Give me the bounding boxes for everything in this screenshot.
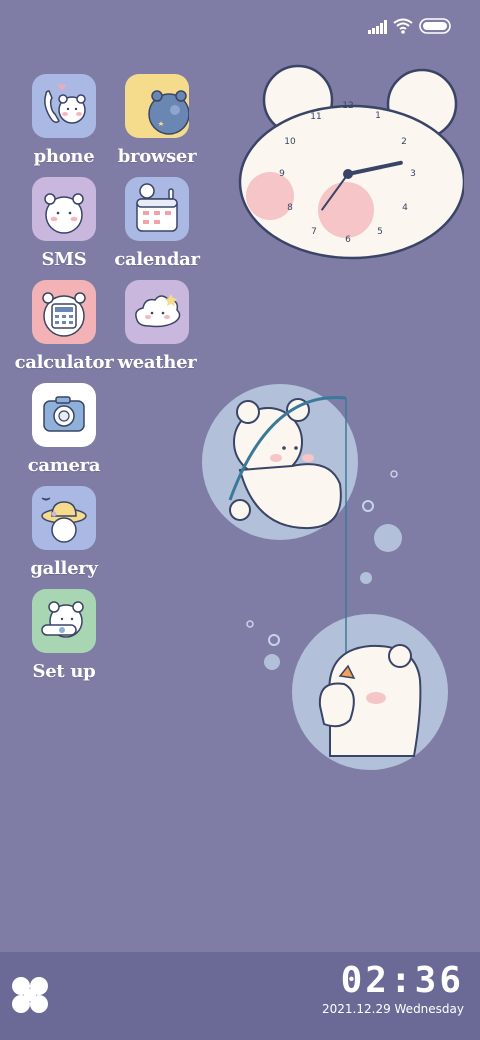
app-label: SMS bbox=[41, 249, 87, 270]
phone-bear-icon bbox=[32, 74, 96, 138]
app-label: phone bbox=[33, 146, 95, 167]
app-gallery[interactable]: gallery bbox=[14, 486, 114, 579]
app-camera[interactable]: camera bbox=[14, 383, 114, 476]
app-calculator[interactable]: calculator bbox=[14, 280, 114, 373]
analog-clock-widget[interactable]: 12 1 2 3 4 5 6 7 8 9 10 11 bbox=[236, 64, 464, 264]
app-weather[interactable]: weather bbox=[107, 280, 207, 373]
app-sms[interactable]: SMS bbox=[14, 177, 114, 270]
gallery-bear-icon bbox=[32, 486, 96, 550]
app-label: Set up bbox=[32, 661, 96, 682]
clock-center-pin bbox=[343, 169, 353, 179]
app-label: gallery bbox=[30, 558, 98, 579]
hour-hand bbox=[346, 160, 403, 176]
calendar-bear-icon bbox=[125, 177, 189, 241]
date-label: 2021.12.29 Wednesday bbox=[322, 1002, 464, 1016]
status-bar bbox=[0, 0, 480, 56]
fishing-bears-illustration bbox=[202, 384, 448, 770]
app-calendar[interactable]: calendar bbox=[107, 177, 207, 270]
minute-hand bbox=[321, 173, 349, 211]
app-set-up[interactable]: Set up bbox=[14, 589, 114, 682]
wifi-icon bbox=[393, 18, 413, 34]
weather-cloud-icon bbox=[125, 280, 189, 344]
app-label: browser bbox=[117, 146, 197, 167]
browser-bear-icon bbox=[125, 74, 189, 138]
digital-clock[interactable]: 02:36 bbox=[341, 960, 464, 1001]
app-phone[interactable]: phone bbox=[14, 74, 114, 167]
four-petal-menu-icon[interactable] bbox=[10, 975, 50, 1015]
camera-icon bbox=[32, 383, 96, 447]
app-label: calculator bbox=[14, 352, 114, 373]
app-browser[interactable]: browser bbox=[107, 74, 207, 167]
battery-icon bbox=[419, 18, 451, 34]
signal-bars-icon bbox=[368, 20, 387, 34]
calculator-bear-icon bbox=[32, 280, 96, 344]
clock-hands bbox=[321, 160, 403, 211]
app-label: weather bbox=[117, 352, 197, 373]
sms-bear-icon bbox=[32, 177, 96, 241]
app-label: calendar bbox=[114, 249, 200, 270]
settings-bear-icon bbox=[32, 589, 96, 653]
app-label: camera bbox=[27, 455, 101, 476]
